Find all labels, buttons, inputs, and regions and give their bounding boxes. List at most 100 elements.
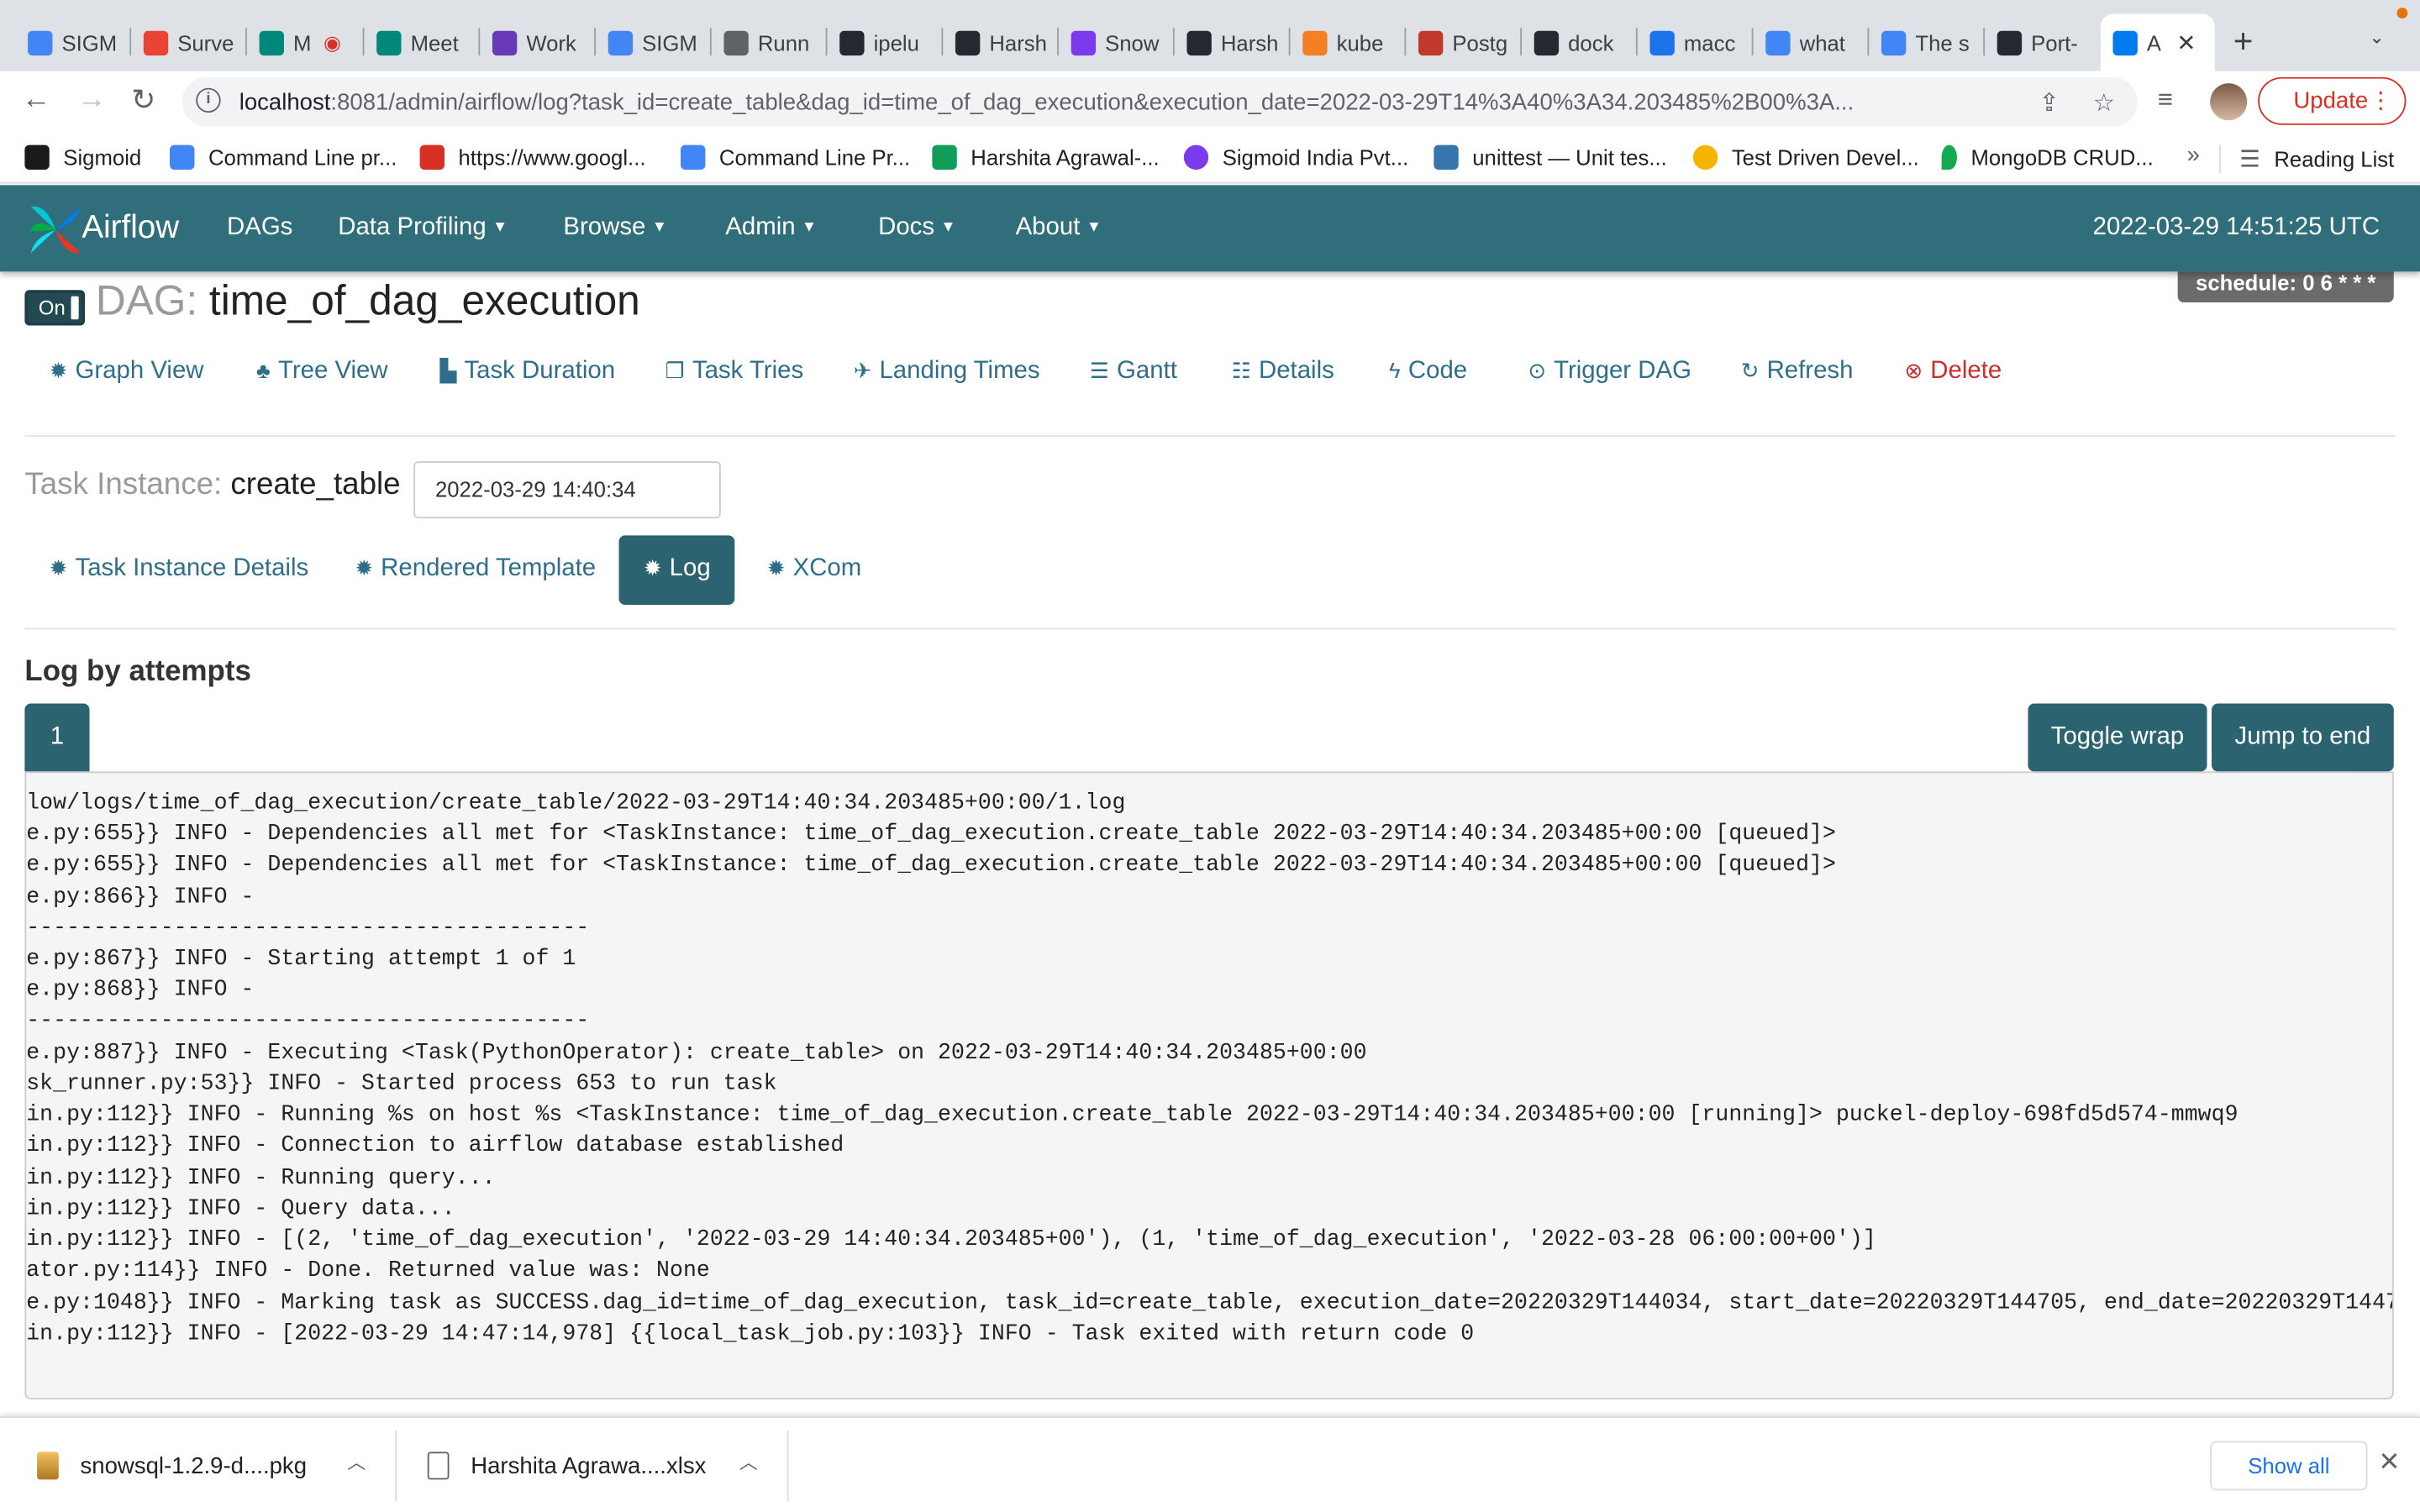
close-icon[interactable]: ✕ bbox=[2378, 1447, 2400, 1478]
airflow-logo-icon[interactable] bbox=[24, 201, 86, 260]
tab-rendered-template[interactable]: ✹ Rendered Template bbox=[355, 535, 596, 605]
refresh-link[interactable]: ↻ Refresh bbox=[1741, 358, 1854, 386]
browser-tab[interactable]: The s bbox=[1869, 14, 1977, 71]
recording-icon: ◉ bbox=[324, 29, 341, 54]
browser-tab[interactable]: M ◉ bbox=[247, 14, 363, 71]
tab-task-instance-details[interactable]: ✹ Task Instance Details bbox=[50, 535, 308, 605]
browser-tab[interactable]: kube bbox=[1291, 14, 1399, 71]
reload-icon[interactable]: ↻ bbox=[131, 83, 155, 118]
bookmark-item[interactable]: Sigmoid bbox=[24, 144, 141, 171]
chevron-down-icon: ▼ bbox=[940, 218, 956, 237]
browser-tab[interactable]: Port- bbox=[1985, 14, 2093, 71]
chevron-up-icon[interactable]: ︿ bbox=[739, 1449, 758, 1475]
nav-browse[interactable]: Browse ▼ bbox=[563, 214, 667, 242]
bookmark-item[interactable]: https://www.googl... bbox=[419, 144, 646, 171]
site-info-icon[interactable]: i bbox=[196, 87, 221, 113]
bookmark-favicon-icon bbox=[170, 144, 195, 171]
url-text[interactable]: localhost:8081/admin/airflow/log?task_id… bbox=[239, 90, 2014, 116]
reading-list-button[interactable]: ☰ Reading List bbox=[2239, 145, 2394, 172]
new-tab-icon[interactable]: + bbox=[2233, 22, 2254, 62]
forward-icon[interactable]: → bbox=[77, 83, 107, 117]
nav-docs[interactable]: Docs ▼ bbox=[878, 214, 955, 242]
avatar[interactable] bbox=[2210, 83, 2248, 121]
stackoverflow-icon bbox=[1302, 29, 1328, 55]
browser-tab[interactable]: Surve bbox=[131, 14, 236, 71]
browser-tab[interactable]: Harsh bbox=[943, 14, 1051, 71]
attempt-tab-1[interactable]: 1 bbox=[24, 703, 90, 772]
chevron-up-icon[interactable]: ︿ bbox=[347, 1449, 366, 1475]
tab-xcom[interactable]: ✹ XCom bbox=[767, 535, 861, 605]
download-item[interactable]: Harshita Agrawa....xlsx bbox=[427, 1440, 706, 1492]
task-instance-tabs: ✹ Task Instance Details ✹ Rendered Templat… bbox=[0, 535, 2420, 606]
menu-dots-icon[interactable]: ⋮ bbox=[2369, 79, 2392, 123]
jump-to-end-button[interactable]: Jump to end bbox=[2212, 703, 2394, 772]
tab-log[interactable]: ✹ Log bbox=[618, 535, 736, 606]
trigger-dag-link[interactable]: ⊙ Trigger DAG bbox=[1528, 358, 1691, 386]
chevron-down-icon: ▼ bbox=[1086, 218, 1102, 237]
delete-link[interactable]: ⊗ Delete bbox=[1905, 358, 2002, 386]
gantt-link[interactable]: ☰ Gantt bbox=[1090, 358, 1177, 386]
tab-search-icon[interactable]: ⌄ bbox=[2369, 26, 2384, 48]
log-line: e.py:867}} INFO - Starting attempt 1 of … bbox=[26, 947, 576, 973]
browser-tab-active[interactable]: A ✕ bbox=[2100, 13, 2215, 71]
nav-data-profiling[interactable]: Data Profiling ▼ bbox=[338, 214, 508, 242]
bookmark-item[interactable]: unittest — Unit tes... bbox=[1434, 144, 1667, 171]
browser-tab[interactable]: dock bbox=[1522, 14, 1630, 71]
download-item[interactable]: snowsql-1.2.9-d....pkg bbox=[37, 1440, 307, 1492]
github-icon bbox=[1186, 29, 1212, 55]
nav-about[interactable]: About ▼ bbox=[1016, 214, 1102, 242]
browser-tab[interactable]: SIGM bbox=[596, 14, 704, 71]
log-line: sk_runner.py:53}} INFO - Started process… bbox=[26, 1072, 777, 1097]
dag-toggle[interactable]: On bbox=[24, 290, 86, 326]
update-button[interactable]: Update ⋮ bbox=[2258, 76, 2407, 125]
bookmark-item[interactable]: Test Driven Devel... bbox=[1692, 144, 1919, 171]
browser-tab[interactable]: Work bbox=[480, 14, 588, 71]
bookmark-item[interactable]: Command Line pr... bbox=[170, 144, 397, 171]
browser-tab[interactable]: Snow bbox=[1059, 14, 1167, 71]
browser-tab[interactable]: Meet bbox=[364, 14, 472, 71]
browser-tab[interactable]: macc bbox=[1638, 14, 1746, 71]
task-duration-link[interactable]: ▙ Task Duration bbox=[439, 358, 615, 386]
toggle-wrap-button[interactable]: Toggle wrap bbox=[2028, 703, 2207, 772]
media-control-icon[interactable]: ≡ bbox=[2158, 85, 2173, 116]
tree-view-link[interactable]: ♣ Tree View bbox=[256, 358, 388, 386]
back-icon[interactable]: ← bbox=[22, 83, 51, 117]
code-link[interactable]: ϟ Code bbox=[1389, 358, 1467, 386]
divider bbox=[24, 627, 2396, 630]
log-line: in.py:112}} INFO - Running query... bbox=[26, 1166, 496, 1191]
bookmark-item[interactable]: Sigmoid India Pvt... bbox=[1183, 144, 1408, 171]
share-icon[interactable]: ⇪ bbox=[2039, 88, 2060, 119]
log-line: in.py:112}} INFO - [(2, 'time_of_dag_exe… bbox=[26, 1228, 1876, 1253]
nav-dags[interactable]: DAGs bbox=[227, 214, 292, 242]
bookmark-favicon-icon bbox=[1692, 144, 1718, 171]
browser-tab[interactable]: Postg bbox=[1406, 14, 1514, 71]
snowflake-icon bbox=[1071, 29, 1097, 55]
airflow-icon bbox=[2112, 29, 2138, 55]
browser-tab[interactable]: what bbox=[1754, 14, 1862, 71]
task-tries-link[interactable]: ❐ Task Tries bbox=[666, 358, 804, 386]
airflow-brand[interactable]: Airflow bbox=[82, 210, 179, 247]
bookmark-item[interactable]: Command Line Pr... bbox=[681, 144, 910, 171]
landing-times-link[interactable]: ✈ Landing Times bbox=[854, 358, 1040, 386]
address-bar[interactable]: i localhost:8081/admin/airflow/log?task_… bbox=[182, 76, 2138, 127]
forms-icon bbox=[492, 29, 518, 55]
bookmark-star-icon[interactable]: ☆ bbox=[2093, 88, 2115, 119]
align-left-icon: ☰ bbox=[1089, 358, 1109, 383]
show-all-downloads-button[interactable]: Show all bbox=[2210, 1441, 2368, 1491]
graph-view-link[interactable]: ✹ Graph View bbox=[50, 358, 204, 386]
bookmark-item[interactable]: Harshita Agrawal-... bbox=[932, 144, 1160, 171]
log-line: e.py:1048}} INFO - Marking task as SUCCE… bbox=[26, 1291, 2394, 1316]
browser-tab[interactable]: Harsh bbox=[1175, 14, 1283, 71]
task-instance-title: Task Instance: create_table bbox=[24, 467, 401, 501]
browser-tab[interactable]: ipelu bbox=[827, 14, 935, 71]
browser-tab[interactable]: SIGM bbox=[15, 14, 120, 71]
execution-date-select[interactable]: 2022-03-29 14:40:34 bbox=[413, 461, 721, 519]
browser-tab[interactable]: Runn bbox=[712, 14, 820, 71]
details-link[interactable]: ☷ Details bbox=[1232, 358, 1334, 386]
bookmarks-overflow-icon[interactable]: » bbox=[2187, 142, 2200, 168]
close-tab-icon[interactable]: ✕ bbox=[2176, 29, 2196, 56]
asterisk-icon: ✹ bbox=[643, 555, 662, 580]
nav-admin[interactable]: Admin ▼ bbox=[725, 214, 817, 242]
bookmark-item[interactable]: MongoDB CRUD... bbox=[1941, 144, 2154, 171]
log-output[interactable]: low/logs/time_of_dag_execution/create_ta… bbox=[24, 771, 2394, 1399]
